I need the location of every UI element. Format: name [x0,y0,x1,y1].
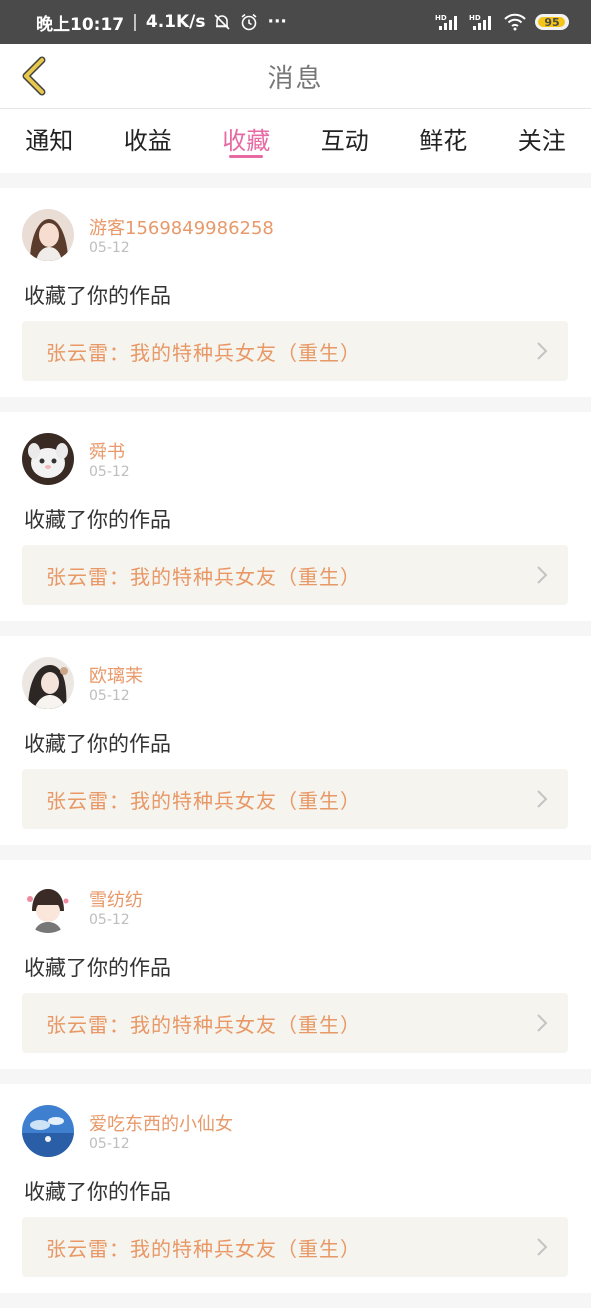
tab-flowers[interactable]: 鲜花 [394,109,493,156]
battery-level: 95 [544,17,559,28]
work-title: 张云雷：我的特种兵女友（重生） [46,785,361,814]
username[interactable]: 欧璃茉 [89,662,143,688]
post-date: 05-12 [89,688,130,704]
avatar[interactable] [22,1105,74,1157]
tab-favorites[interactable]: 收藏 [197,109,296,156]
work-title: 张云雷：我的特种兵女友（重生） [46,1009,361,1038]
work-link[interactable]: 张云雷：我的特种兵女友（重生） [22,769,568,829]
username[interactable]: 爱吃东西的小仙女 [89,1110,233,1136]
chevron-left-icon [20,56,48,96]
status-bar: 晚上10:17 | 4.1K/s ··· HD HD 95 [0,0,591,44]
more-icon: ··· [267,12,286,32]
list-item: 欧璃茉 05-12 收藏了你的作品 张云雷：我的特种兵女友（重生） [0,636,591,845]
action-text: 收藏了你的作品 [24,504,171,534]
list-item: 游客1569849986258 05-12 收藏了你的作品 张云雷：我的特种兵女… [0,188,591,397]
tab-notifications[interactable]: 通知 [0,109,99,156]
tab-interactions[interactable]: 互动 [296,109,395,156]
signal-icon: HD [469,13,495,31]
status-separator: | [132,12,138,32]
avatar[interactable] [22,433,74,485]
post-date: 05-12 [89,464,130,480]
list-item: 舜书 05-12 收藏了你的作品 张云雷：我的特种兵女友（重生） [0,412,591,621]
tab-earnings[interactable]: 收益 [99,109,198,156]
post-date: 05-12 [89,912,130,928]
username[interactable]: 舜书 [89,438,125,464]
network-speed: 4.1K/s [146,12,206,32]
signal-label: HD [435,14,447,22]
chevron-right-icon [536,341,548,361]
avatar[interactable] [22,209,74,261]
username[interactable]: 游客1569849986258 [89,214,274,240]
action-text: 收藏了你的作品 [24,952,171,982]
chevron-right-icon [536,565,548,585]
signal-icon: HD [435,13,461,31]
battery-icon: 95 [535,14,569,30]
mute-bell-icon [213,13,231,31]
work-title: 张云雷：我的特种兵女友（重生） [46,561,361,590]
app-header: 消息 [0,44,591,109]
action-text: 收藏了你的作品 [24,280,171,310]
message-list: 游客1569849986258 05-12 收藏了你的作品 张云雷：我的特种兵女… [0,188,591,1308]
chevron-right-icon [536,1013,548,1033]
list-item: 雪纺纺 05-12 收藏了你的作品 张云雷：我的特种兵女友（重生） [0,860,591,1069]
work-link[interactable]: 张云雷：我的特种兵女友（重生） [22,1217,568,1277]
message-tabs: 通知 收益 收藏 互动 鲜花 关注 [0,109,591,173]
status-time: 晚上10:17 [36,10,124,35]
wifi-icon [503,13,527,31]
work-link[interactable]: 张云雷：我的特种兵女友（重生） [22,321,568,381]
work-title: 张云雷：我的特种兵女友（重生） [46,337,361,366]
work-link[interactable]: 张云雷：我的特种兵女友（重生） [22,993,568,1053]
signal-label: HD [469,14,481,22]
action-text: 收藏了你的作品 [24,728,171,758]
avatar[interactable] [22,657,74,709]
post-date: 05-12 [89,1136,130,1152]
chevron-right-icon [536,789,548,809]
list-item: 爱吃东西的小仙女 05-12 收藏了你的作品 张云雷：我的特种兵女友（重生） [0,1084,591,1293]
post-date: 05-12 [89,240,130,256]
page-title: 消息 [267,58,323,95]
alarm-icon [239,12,259,32]
avatar[interactable] [22,881,74,933]
work-title: 张云雷：我的特种兵女友（重生） [46,1233,361,1262]
action-text: 收藏了你的作品 [24,1176,171,1206]
back-button[interactable] [14,56,54,96]
work-link[interactable]: 张云雷：我的特种兵女友（重生） [22,545,568,605]
tab-follows[interactable]: 关注 [493,109,591,156]
username[interactable]: 雪纺纺 [89,886,143,912]
chevron-right-icon [536,1237,548,1257]
